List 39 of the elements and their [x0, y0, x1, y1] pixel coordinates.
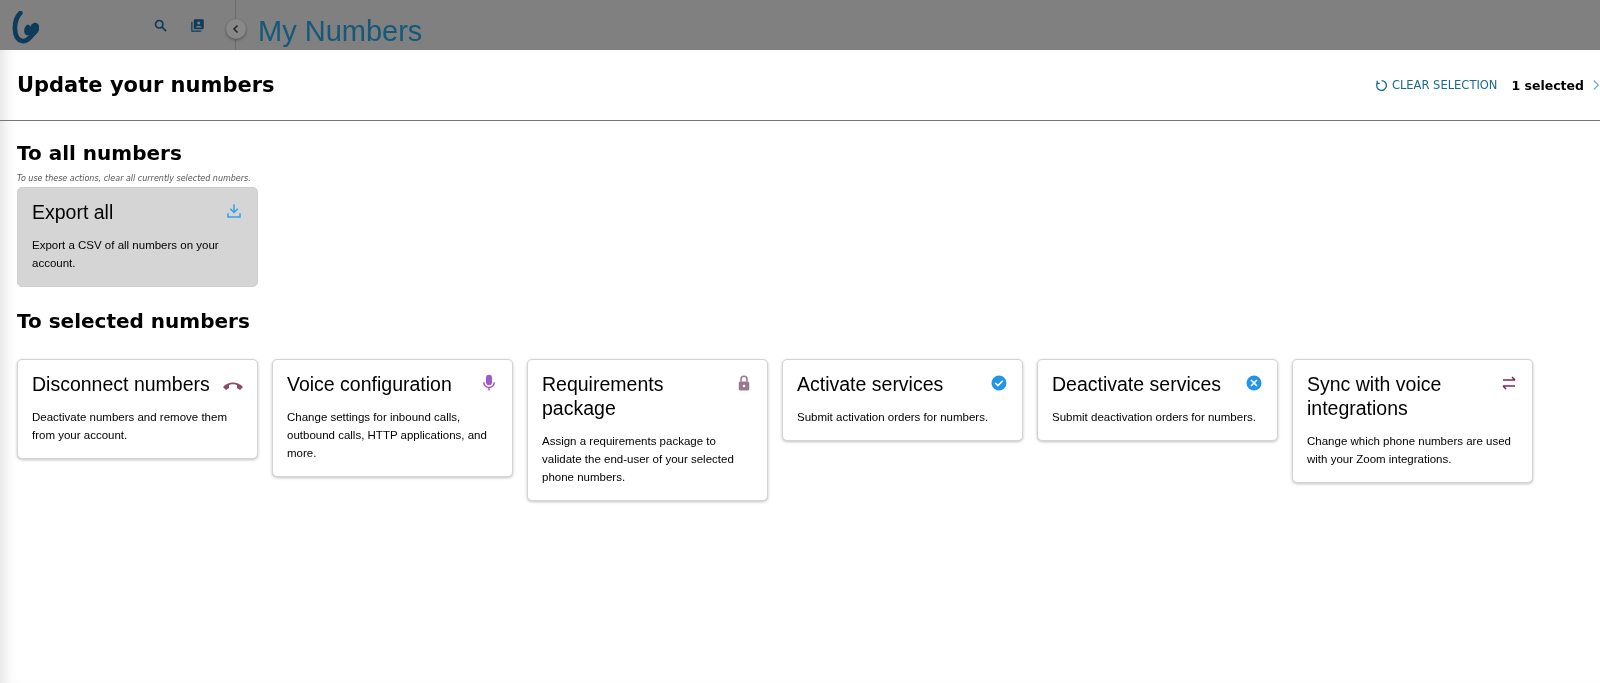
card-title: Export all — [32, 200, 114, 224]
card-title: Voice configuration — [287, 372, 452, 396]
selection-count: 1 selected — [1511, 77, 1584, 93]
chevron-right-icon[interactable] — [1592, 79, 1600, 91]
phone-icon — [223, 380, 243, 390]
clear-selection-button[interactable]: CLEAR SELECTION — [1374, 78, 1498, 92]
action-card[interactable]: Voice configuration Change settings for inbound calls, outbound calls, HTTP applications, and more. — [272, 359, 513, 477]
card-title: Sync with voice integrations — [1307, 372, 1443, 420]
card-description: Assign a requirements package to validate the end-user of your selected phone numbers. — [542, 434, 735, 485]
card-description: Change settings for inbound calls, outbound calls, HTTP applications, and more. — [287, 410, 488, 461]
action-card[interactable]: Activate services Submit activation orders for numbers. — [782, 359, 1023, 441]
section-note: To use these actions, clear all currently selected numbers. — [17, 174, 252, 183]
card-description: Export a CSV of all numbers on your account. — [32, 238, 220, 271]
search-icon[interactable] — [153, 17, 168, 33]
close-circle-icon — [1245, 374, 1263, 392]
logo-icon — [11, 11, 39, 45]
card-description: Submit deactivation orders for numbers. — [1052, 410, 1257, 425]
card-title: Requirements package — [542, 372, 665, 420]
microphone-icon — [480, 374, 498, 392]
download-icon — [225, 202, 243, 220]
card-title: Deactivate services — [1052, 372, 1222, 396]
collapse-button[interactable] — [226, 19, 246, 39]
card-description: Submit activation orders for numbers. — [797, 410, 990, 425]
section-heading: To all numbers — [17, 141, 183, 165]
page-title: My Numbers — [258, 14, 423, 48]
action-card[interactable]: Requirements package Assign a requirements package to validate the end-user of your selected phone numbers. — [527, 359, 768, 501]
section-heading: To selected numbers — [17, 309, 251, 333]
card-title: Disconnect numbers — [32, 372, 210, 396]
action-card[interactable]: Deactivate services Submit deactivation orders for numbers. — [1037, 359, 1278, 441]
card-title: Activate services — [797, 372, 944, 396]
panel-title: Update your numbers — [17, 73, 275, 97]
swap-arrows-icon — [1500, 374, 1518, 392]
action-card[interactable]: Disconnect numbers Deactivate numbers and remove them from your account. — [17, 359, 258, 459]
card-description: Change which phone numbers are used with your Zoom integrations. — [1307, 434, 1512, 467]
check-circle-icon — [990, 374, 1008, 392]
contact-book-icon[interactable] — [190, 17, 205, 33]
refresh-icon — [1374, 78, 1388, 92]
card-description: Deactivate numbers and remove them from your account. — [32, 410, 228, 443]
action-card[interactable]: Sync with voice integrations Change which phone numbers are used with your Zoom integrations. — [1292, 359, 1533, 483]
